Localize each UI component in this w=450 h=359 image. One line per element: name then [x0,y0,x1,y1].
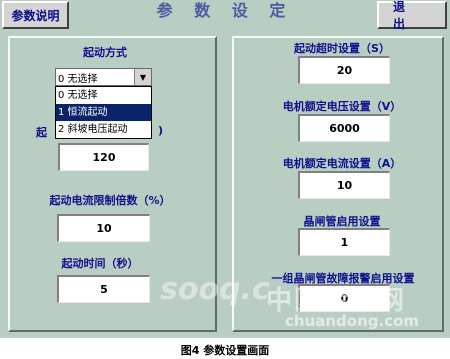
exit-button[interactable]: 退 出 [377,0,447,31]
rated-current-input[interactable]: 10 [298,171,390,199]
rated-current-label: 电机额定电流设置（A） [282,157,402,170]
timeout-input[interactable]: 20 [298,56,390,84]
help-button[interactable]: 参数说明 [2,1,69,29]
dropdown-option[interactable]: 1 恒流起动 [56,104,151,121]
dropdown-option[interactable]: 0 无选择 [56,87,151,104]
start-time-label: 起动时间（秒） [61,257,139,270]
partial-label-right: ) [158,124,164,137]
current-limit-input[interactable]: 10 [57,214,150,242]
rated-voltage-input[interactable]: 6000 [298,114,390,142]
rated-voltage-label: 电机额定电压设置（V） [282,100,402,113]
param-input[interactable]: 120 [58,143,149,171]
thyristor-enable-input[interactable]: 1 [298,228,390,256]
page-title: 参 数 设 定 [156,1,294,20]
parameter-screen: 参数说明 参 数 设 定 退 出 起动方式 0 无选择 ▼ 0 无选择 1 恒流… [0,0,450,338]
start-mode-select[interactable]: 0 无选择 ▼ [55,68,152,86]
figure-caption: 图4 参数设置画面 [180,344,270,357]
dropdown-option[interactable]: 2 斜坡电压起动 [56,121,151,138]
start-time-input[interactable]: 5 [57,275,150,303]
start-mode-label: 起动方式 [83,46,127,59]
current-limit-label: 起动电流限制倍数（%） [49,194,171,207]
partial-label-left: 起 [36,126,47,139]
chevron-down-icon[interactable]: ▼ [134,69,151,85]
timeout-label: 起动超时设置（S） [294,42,390,55]
start-mode-dropdown-list: 0 无选择 1 恒流起动 2 斜坡电压起动 [55,86,152,139]
start-mode-selected-value: 0 无选择 [58,73,98,85]
fault-alarm-input[interactable]: 0 [298,284,390,312]
thyristor-enable-label: 晶闸管启用设置 [303,215,381,228]
